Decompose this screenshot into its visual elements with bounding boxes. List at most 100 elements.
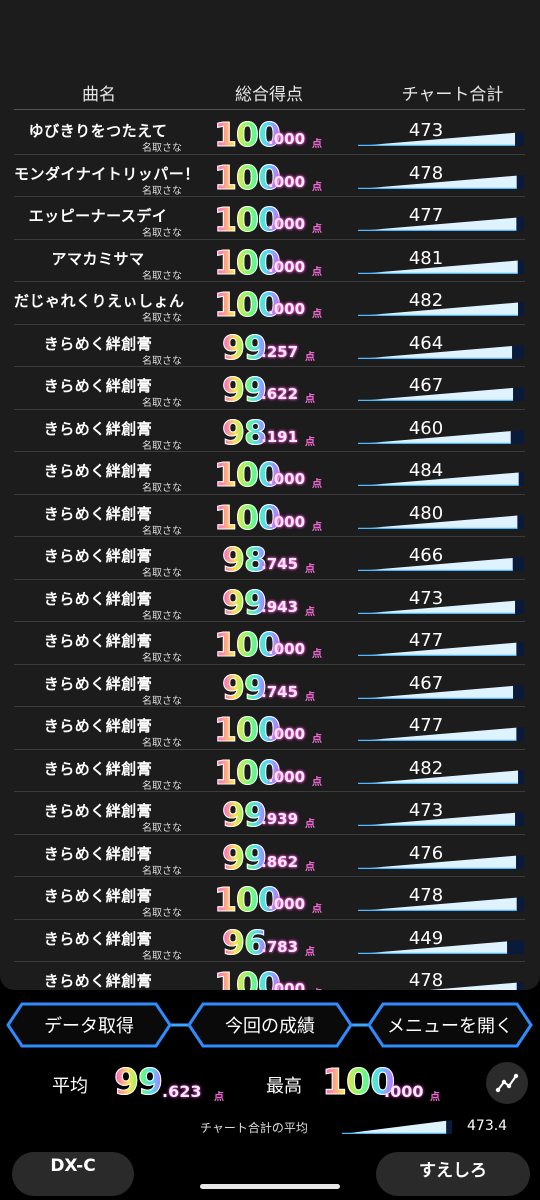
song-cell: きらめく絆創膏 名取さな [14,835,186,877]
chart-total-value: 477 [408,205,444,226]
max-label: 最高 [266,1076,302,1097]
table-row[interactable]: エッピーナースデイ 名取さな 100 .000 点 477 [14,197,525,240]
chart-cell: 478 [358,877,525,919]
table-row[interactable]: きらめく絆創膏 名取さな 98 .745 点 466 [14,537,525,580]
chart-cell: 464 [358,325,525,367]
table-row[interactable]: だじゃれくりえぃしょん 名取さな 100 .000 点 482 [14,282,525,325]
chart-cell: 460 [358,410,525,452]
score-decimal: .000 [268,767,306,786]
artist-name: 名取さな [142,950,182,962]
artist-name: 名取さな [142,440,182,452]
chart-cell: 478 [358,962,525,990]
artist-name: 名取さな [142,228,182,239]
artist-name: 名取さな [142,989,182,990]
artist-name: 名取さな [142,695,182,707]
song-cell: きらめく絆創膏 名取さな [14,750,186,792]
score-cell: 100 .000 点 [214,241,344,282]
score-unit: 点 [305,946,315,958]
score-cell: 100 .000 点 [214,963,344,991]
song-cell: きらめく絆創膏 名取さな [14,325,186,367]
chart-total-value: 482 [408,757,444,779]
song-title: きらめく絆創膏 [43,547,153,565]
song-cell: ゆびきりをつたえて 名取さな [14,112,186,154]
graph-button[interactable] [486,1062,528,1104]
artist-name: 名取さな [142,185,182,197]
artist-name: 名取さな [142,908,182,919]
chart-average-bar [342,1120,452,1134]
score-decimal: .745 [261,555,299,573]
summary-scores: 平均 99 .623 点 最高 100 .000 点 [0,1060,540,1120]
song-title: きらめく絆創膏 [43,887,153,905]
score-integer: 98 [222,540,268,580]
artist-name: 名取さな [142,525,182,537]
table-row[interactable]: きらめく絆創膏 名取さな 100 .000 点 478 [14,962,525,990]
chart-total-value: 466 [408,545,444,566]
table-row[interactable]: きらめく絆創膏 名取さな 99 .622 点 467 [14,367,525,410]
table-row[interactable]: きらめく絆創膏 名取さな 99 .257 点 464 [14,325,525,367]
chart-cell: 481 [358,240,525,282]
open-menu-label: メニューを開く [387,1016,513,1037]
table-row[interactable]: きらめく絆創膏 名取さな 99 .862 点 476 [14,835,525,877]
chart-total-value: 464 [408,332,444,354]
action-buttons: データ取得 今回の成績 メニューを開く [0,1000,540,1052]
results-list[interactable]: ゆびきりをつたえて 名取さな 100 .000 点 473 モンダイナイトリッパ… [14,112,525,990]
table-row[interactable]: ゆびきりをつたえて 名取さな 100 .000 点 473 [14,112,525,155]
score-decimal: .000 [268,300,306,318]
table-row[interactable]: きらめく絆創膏 名取さな 99 .745 点 467 [14,665,525,707]
chart-total-value: 480 [408,502,444,524]
table-row[interactable]: きらめく絆創膏 名取さな 100 .000 点 477 [14,622,525,665]
chart-cell: 467 [358,367,525,409]
get-data-button[interactable]: データ取得 [6,1002,172,1048]
score-decimal: .000 [268,640,306,658]
open-menu-button[interactable]: メニューを開く [367,1002,533,1048]
score-unit: 点 [312,776,322,788]
table-row[interactable]: きらめく絆創膏 名取さな 100 .000 点 482 [14,750,525,792]
score-decimal: .191 [261,427,299,446]
chart-total-value: 473 [408,800,444,821]
song-cell: きらめく絆創膏 名取さな [14,665,186,707]
score-decimal: .745 [261,682,299,701]
table-row[interactable]: きらめく絆創膏 名取さな 100 .000 点 484 [14,452,525,495]
score-integer: 99 [222,370,268,410]
score-cell: 100 .000 点 [214,623,344,665]
song-cell: きらめく絆創膏 名取さな [14,410,186,452]
table-row[interactable]: アマカミサマ 名取さな 100 .000 点 481 [14,240,525,282]
score-integer: 98 [222,412,268,452]
score-decimal: .000 [268,257,306,276]
score-cell: 100 .000 点 [214,113,344,155]
artist-name: 名取さな [142,313,182,324]
chart-cell: 482 [358,750,525,792]
song-title: きらめく絆創膏 [43,717,153,735]
this-result-button[interactable]: 今回の成績 [187,1002,353,1048]
table-row[interactable]: きらめく絆創膏 名取さな 99 .939 点 473 [14,792,525,835]
song-cell: きらめく絆創膏 名取さな [14,877,186,919]
chart-cell: 473 [358,580,525,622]
chart-total-value: 460 [408,417,444,439]
chart-total-value: 449 [408,927,444,949]
table-row[interactable]: きらめく絆創膏 名取さな 100 .000 点 478 [14,877,525,920]
header-song-title: 曲名 [82,85,116,105]
score-cell: 96 .783 点 [214,921,344,962]
song-title: きらめく絆創膏 [43,589,153,608]
table-row[interactable]: モンダイナイトリッパー！ 名取さな 100 .000 点 478 [14,155,525,197]
score-decimal: .000 [268,725,306,743]
score-cell: 99 .943 点 [214,581,344,622]
table-row[interactable]: きらめく絆創膏 名取さな 100 .000 点 477 [14,707,525,750]
chart-average-label: チャート合計の平均 [200,1121,308,1135]
score-decimal: .862 [261,852,299,871]
table-row[interactable]: きらめく絆創膏 名取さな 100 .000 点 480 [14,495,525,537]
left-pill-button[interactable]: DX-C [12,1152,134,1196]
song-title: きらめく絆創膏 [43,972,153,990]
score-unit: 点 [312,985,322,990]
score-decimal: .783 [261,937,299,956]
table-row[interactable]: きらめく絆創膏 名取さな 99 .943 点 473 [14,580,525,622]
score-cell: 98 .191 点 [214,411,344,452]
score-cell: 98 .745 点 [214,538,344,580]
table-row[interactable]: きらめく絆創膏 名取さな 96 .783 点 449 [14,920,525,962]
song-title: きらめく絆創膏 [43,802,153,820]
chart-cell: 473 [358,792,525,834]
right-pill-button[interactable]: すえしろ [376,1152,530,1196]
table-row[interactable]: きらめく絆創膏 名取さな 98 .191 点 460 [14,410,525,452]
score-integer: 99 [222,582,268,622]
score-unit: 点 [312,139,322,150]
